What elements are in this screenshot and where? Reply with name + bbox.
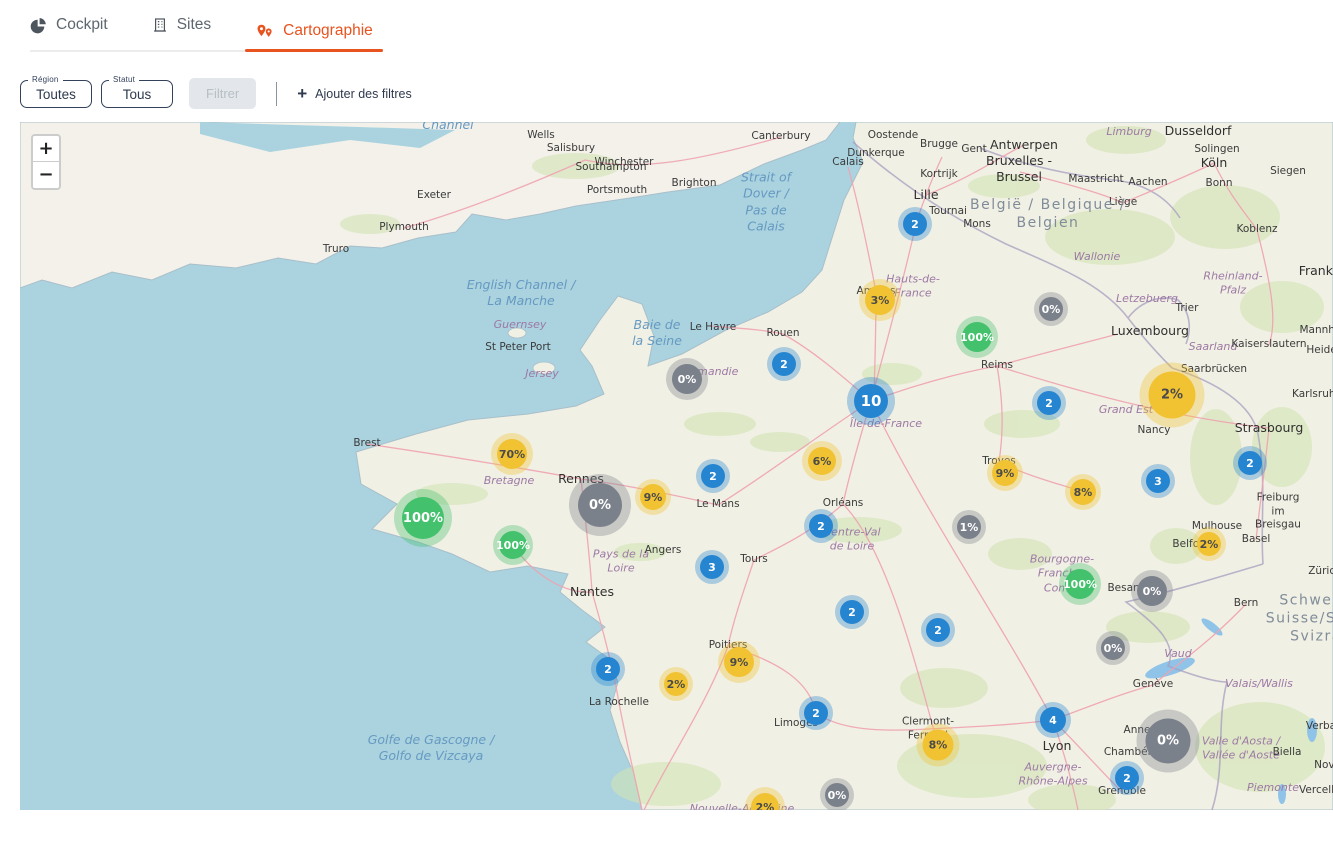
- statut-filter-label: Statut: [109, 75, 139, 84]
- map-cluster-marker[interactable]: 8%: [1070, 479, 1096, 505]
- building-icon: [152, 17, 168, 33]
- map-cluster-marker[interactable]: 0%: [825, 783, 849, 807]
- tab-bar: Cockpit Sites Cartographie: [30, 16, 381, 52]
- map-cluster-marker[interactable]: 6%: [808, 447, 836, 475]
- map-cluster-marker[interactable]: 2: [596, 657, 620, 681]
- map-cluster-marker[interactable]: 100%: [1065, 569, 1095, 599]
- map-cluster-marker[interactable]: 2: [1238, 451, 1262, 475]
- filter-bar: Région Toutes Statut Tous Filtrer + Ajou…: [20, 78, 1333, 109]
- filter-button[interactable]: Filtrer: [189, 78, 256, 109]
- region-filter-value: Toutes: [36, 87, 76, 102]
- map-cluster-marker[interactable]: 1%: [957, 515, 981, 539]
- map-cluster-marker[interactable]: 2%: [664, 672, 688, 696]
- map-cluster-marker[interactable]: 2: [772, 352, 796, 376]
- divider: [276, 82, 277, 106]
- map-cluster-marker[interactable]: 0%: [1146, 719, 1191, 764]
- tab-cartographie[interactable]: Cartographie: [255, 22, 373, 50]
- map-cluster-marker[interactable]: 0%: [1039, 297, 1063, 321]
- map-cluster-marker[interactable]: 2: [903, 212, 927, 236]
- map-cluster-marker[interactable]: 8%: [923, 730, 954, 761]
- map-cluster-marker[interactable]: 0%: [1137, 576, 1167, 606]
- map-cluster-marker[interactable]: 100%: [402, 497, 444, 539]
- zoom-out-button[interactable]: −: [33, 162, 59, 188]
- map-cluster-marker[interactable]: 3: [1146, 469, 1170, 493]
- map-cluster-marker[interactable]: 2: [701, 464, 725, 488]
- tab-label: Cartographie: [283, 22, 373, 40]
- map-pins-icon: [255, 23, 274, 40]
- map-cluster-marker[interactable]: 2: [840, 600, 864, 624]
- map-cluster-marker[interactable]: 4: [1040, 707, 1066, 733]
- map-cluster-marker[interactable]: 0%: [578, 483, 622, 527]
- map-cluster-marker[interactable]: 100%: [962, 322, 992, 352]
- statut-filter-value: Tous: [123, 87, 152, 102]
- add-filters-button[interactable]: + Ajouter des filtres: [297, 85, 412, 102]
- tab-label: Sites: [177, 16, 211, 34]
- zoom-in-button[interactable]: +: [33, 136, 59, 162]
- map-cluster-marker[interactable]: 9%: [724, 647, 754, 677]
- map-cluster-marker[interactable]: 2: [926, 618, 950, 642]
- map-cluster-marker[interactable]: 3: [700, 555, 724, 579]
- region-filter-select[interactable]: Région Toutes: [20, 80, 92, 108]
- map-cluster-marker[interactable]: 2: [1115, 766, 1139, 790]
- map-cluster-marker[interactable]: 10: [854, 384, 888, 418]
- app-window: Cockpit Sites Cartographie Région Toutes…: [0, 0, 1333, 843]
- pie-chart-icon: [30, 17, 47, 34]
- map-cluster-marker[interactable]: 9%: [640, 484, 666, 510]
- map-zoom-control: + −: [31, 134, 61, 190]
- tab-cockpit[interactable]: Cockpit: [30, 16, 108, 50]
- map-cluster-marker[interactable]: 2%: [1197, 532, 1221, 556]
- map-cluster-marker[interactable]: 2: [804, 701, 828, 725]
- map-base-tiles: [20, 122, 1333, 810]
- map-cluster-marker[interactable]: 0%: [672, 364, 702, 394]
- tab-label: Cockpit: [56, 16, 108, 34]
- map[interactable]: WellsSalisburyWinchesterSouthamptonPorts…: [20, 122, 1333, 810]
- map-cluster-marker[interactable]: 70%: [497, 439, 527, 469]
- add-filters-label: Ajouter des filtres: [315, 87, 412, 101]
- map-cluster-marker[interactable]: 0%: [1101, 636, 1125, 660]
- tab-sites[interactable]: Sites: [152, 16, 211, 50]
- map-cluster-marker[interactable]: 3%: [865, 285, 895, 315]
- statut-filter-select[interactable]: Statut Tous: [101, 80, 173, 108]
- map-cluster-marker[interactable]: 2: [809, 514, 833, 538]
- region-filter-label: Région: [28, 75, 63, 84]
- map-cluster-marker[interactable]: 9%: [992, 460, 1018, 486]
- map-cluster-marker[interactable]: 100%: [499, 531, 527, 559]
- map-cluster-marker[interactable]: 2: [1037, 391, 1061, 415]
- map-cluster-marker[interactable]: 2%: [1149, 372, 1196, 419]
- plus-icon: +: [297, 85, 307, 102]
